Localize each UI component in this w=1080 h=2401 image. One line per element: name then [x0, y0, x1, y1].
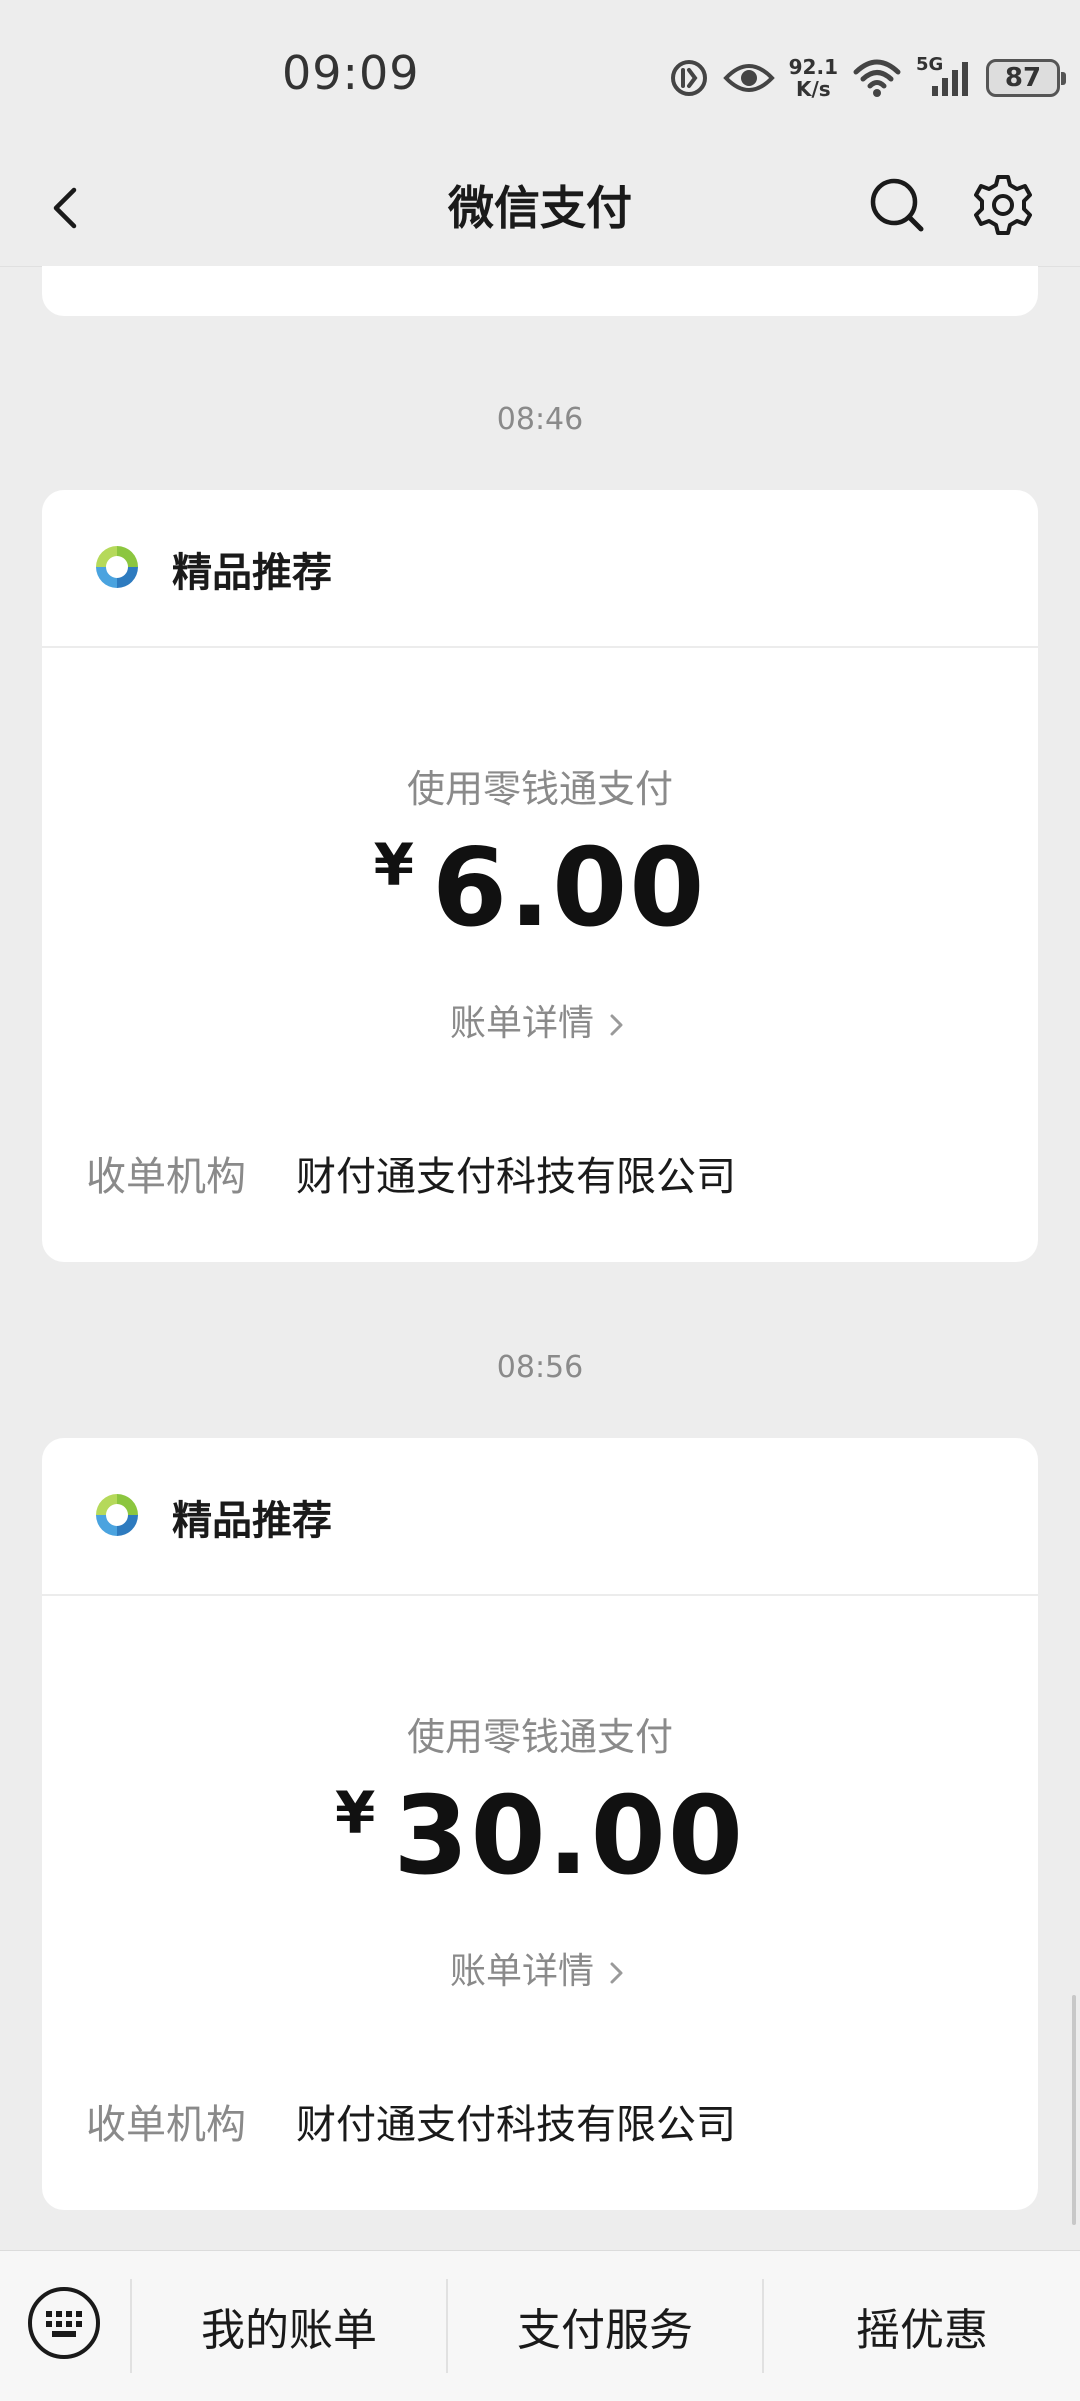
message-source-name: 精品推荐: [172, 550, 332, 596]
payment-method: 使用零钱通支付: [406, 1715, 673, 1759]
card-header[interactable]: 精品推荐: [42, 490, 1038, 648]
network-speed: 92.1 K/s: [789, 56, 838, 100]
merchant-label: 收单机构: [86, 1154, 246, 1200]
search-icon[interactable]: [862, 170, 932, 240]
status-icons: 92.1 K/s 5G 87: [669, 52, 1066, 104]
scrollbar[interactable]: [1072, 1995, 1076, 2225]
merchant-label: 收单机构: [86, 2102, 246, 2148]
merchant-row: 收单机构 财付通支付科技有限公司: [86, 2092, 736, 2150]
status-bar: 09:09 92.1 K/s 5G 87: [0, 0, 1080, 150]
status-time: 09:09: [282, 46, 420, 100]
bill-detail-link[interactable]: 账单详情: [42, 1942, 1038, 1994]
previous-message-card: [42, 266, 1038, 316]
battery-indicator: 87: [986, 59, 1066, 97]
eye-icon: [722, 64, 775, 92]
keyboard-icon[interactable]: [26, 2285, 102, 2361]
message-time: 08:56: [496, 1350, 584, 1385]
merchant-row: 收单机构 财付通支付科技有限公司: [86, 1144, 736, 1202]
signal-bars-icon: [932, 62, 968, 96]
message-source-name: 精品推荐: [172, 1498, 332, 1544]
menu-item-payment-services[interactable]: 支付服务: [448, 2251, 762, 2401]
bottom-menu: 我的账单 支付服务 摇优惠: [0, 2250, 1080, 2401]
bill-detail-link[interactable]: 账单详情: [42, 994, 1038, 1046]
network-speed-unit: K/s: [795, 77, 831, 101]
battery-level: 87: [1004, 63, 1042, 93]
chevron-right-icon: [610, 1014, 623, 1036]
payment-method: 使用零钱通支付: [406, 767, 673, 811]
payment-amount: ¥30.00: [42, 1774, 1038, 1899]
product-logo-icon: [96, 1494, 138, 1536]
bill-detail-label: 账单详情: [449, 1951, 594, 1992]
bill-detail-label: 账单详情: [449, 1003, 594, 1044]
product-logo-icon: [96, 546, 138, 588]
menu-item-shake-offers[interactable]: 摇优惠: [764, 2251, 1080, 2401]
merchant-value: 财付通支付科技有限公司: [296, 2102, 736, 2148]
cellular-signal: 5G: [916, 54, 972, 98]
payment-amount: ¥6.00: [42, 826, 1038, 951]
payment-message-card[interactable]: 精品推荐 使用零钱通支付 ¥6.00 账单详情 收单机构 财付通支付科技有限公司: [42, 490, 1038, 1262]
chevron-right-icon: [610, 1962, 623, 1984]
menu-item-my-bills[interactable]: 我的账单: [132, 2251, 446, 2401]
gear-icon[interactable]: [968, 170, 1038, 240]
data-saver-icon: [670, 60, 707, 96]
amount-value: 6.00: [431, 826, 707, 951]
payment-message-card[interactable]: 精品推荐 使用零钱通支付 ¥30.00 账单详情 收单机构 财付通支付科技有限公司: [42, 1438, 1038, 2210]
network-speed-value: 92.1: [788, 55, 838, 79]
merchant-value: 财付通支付科技有限公司: [296, 1154, 736, 1200]
currency-symbol: ¥: [373, 831, 414, 899]
currency-symbol: ¥: [335, 1779, 376, 1847]
card-header[interactable]: 精品推荐: [42, 1438, 1038, 1596]
wifi-icon: [853, 59, 901, 97]
amount-value: 30.00: [393, 1774, 745, 1899]
nav-bar: 微信支付: [0, 150, 1080, 267]
message-time: 08:46: [496, 402, 584, 437]
